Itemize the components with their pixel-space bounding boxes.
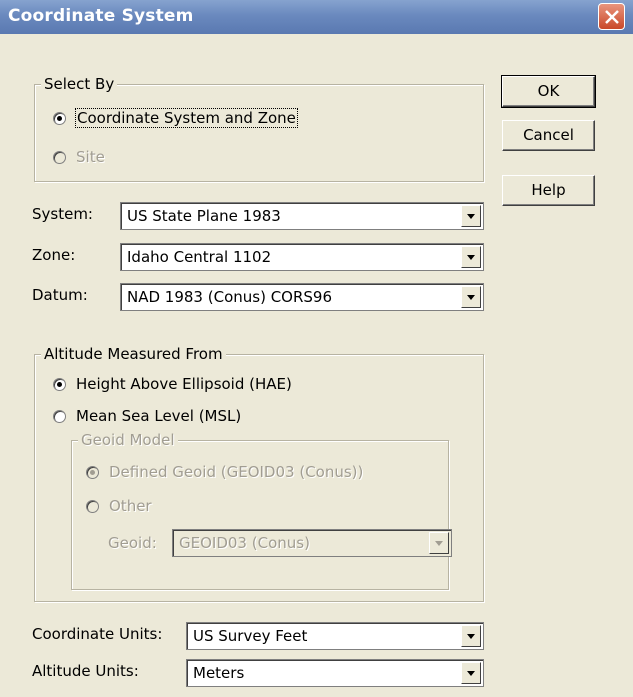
radio-site[interactable]: Site bbox=[53, 148, 105, 166]
radio-button[interactable] bbox=[53, 150, 66, 164]
chevron-down-icon[interactable] bbox=[461, 246, 481, 268]
radio-other-geoid[interactable]: Other bbox=[86, 497, 152, 515]
coordinate-units-select[interactable]: US Survey Feet bbox=[186, 622, 484, 650]
radio-coordinate-system-zone[interactable]: Coordinate System and Zone bbox=[53, 108, 298, 128]
altitude-units-value: Meters bbox=[193, 664, 245, 682]
help-button[interactable]: Help bbox=[502, 175, 595, 206]
datum-label: Datum: bbox=[32, 286, 88, 304]
close-button[interactable] bbox=[598, 3, 625, 30]
radio-msl[interactable]: Mean Sea Level (MSL) bbox=[53, 407, 241, 425]
chevron-down-icon[interactable] bbox=[429, 532, 449, 554]
radio-label: Defined Geoid (GEOID03 (Conus)) bbox=[109, 463, 364, 481]
radio-button[interactable] bbox=[53, 111, 66, 125]
radio-hae[interactable]: Height Above Ellipsoid (HAE) bbox=[53, 375, 292, 393]
radio-label: Mean Sea Level (MSL) bbox=[76, 407, 242, 425]
radio-label: Height Above Ellipsoid (HAE) bbox=[76, 375, 292, 393]
zone-value: Idaho Central 1102 bbox=[127, 248, 272, 266]
altitude-legend: Altitude Measured From bbox=[41, 345, 226, 363]
title-bar[interactable]: Coordinate System bbox=[0, 0, 633, 34]
zone-label: Zone: bbox=[32, 246, 76, 264]
geoid-model-legend: Geoid Model bbox=[78, 431, 178, 449]
close-icon bbox=[605, 10, 619, 24]
datum-select[interactable]: NAD 1983 (Conus) CORS96 bbox=[120, 283, 484, 311]
radio-label: Other bbox=[109, 497, 152, 515]
geoid-label: Geoid: bbox=[108, 534, 157, 552]
radio-button[interactable] bbox=[53, 409, 66, 423]
datum-value: NAD 1983 (Conus) CORS96 bbox=[127, 288, 333, 306]
radio-label: Coordinate System and Zone bbox=[75, 108, 298, 128]
ok-button[interactable]: OK bbox=[501, 75, 596, 108]
window-title: Coordinate System bbox=[8, 6, 194, 26]
radio-defined-geoid[interactable]: Defined Geoid (GEOID03 (Conus)) bbox=[86, 463, 363, 481]
geoid-select[interactable]: GEOID03 (Conus) bbox=[172, 529, 452, 557]
chevron-down-icon[interactable] bbox=[461, 286, 481, 308]
chevron-down-icon[interactable] bbox=[461, 662, 481, 684]
coordinate-units-value: US Survey Feet bbox=[193, 627, 308, 645]
geoid-model-group: Geoid Model Defined Geoid (GEOID03 (Conu… bbox=[71, 431, 452, 590]
cancel-button[interactable]: Cancel bbox=[502, 120, 595, 151]
altitude-units-select[interactable]: Meters bbox=[186, 659, 484, 687]
zone-select[interactable]: Idaho Central 1102 bbox=[120, 243, 484, 271]
radio-button[interactable] bbox=[86, 499, 99, 513]
coordinate-units-label: Coordinate Units: bbox=[32, 625, 163, 643]
dialog-body: Select By Coordinate System and Zone Sit… bbox=[4, 34, 629, 693]
geoid-value: GEOID03 (Conus) bbox=[179, 534, 310, 552]
system-select[interactable]: US State Plane 1983 bbox=[120, 202, 484, 230]
coordinate-system-dialog: Coordinate System Select By Coordinate S… bbox=[0, 0, 633, 697]
system-label: System: bbox=[32, 205, 93, 223]
radio-label: Site bbox=[76, 148, 105, 166]
select-by-legend: Select By bbox=[41, 75, 118, 93]
altitude-units-label: Altitude Units: bbox=[32, 662, 139, 680]
select-by-group: Select By Coordinate System and Zone Sit… bbox=[34, 75, 484, 182]
altitude-group: Altitude Measured From Height Above Elli… bbox=[34, 345, 484, 602]
chevron-down-icon[interactable] bbox=[461, 625, 481, 647]
chevron-down-icon[interactable] bbox=[461, 205, 481, 227]
radio-button[interactable] bbox=[53, 377, 66, 391]
system-value: US State Plane 1983 bbox=[127, 207, 281, 225]
radio-button[interactable] bbox=[86, 465, 99, 479]
